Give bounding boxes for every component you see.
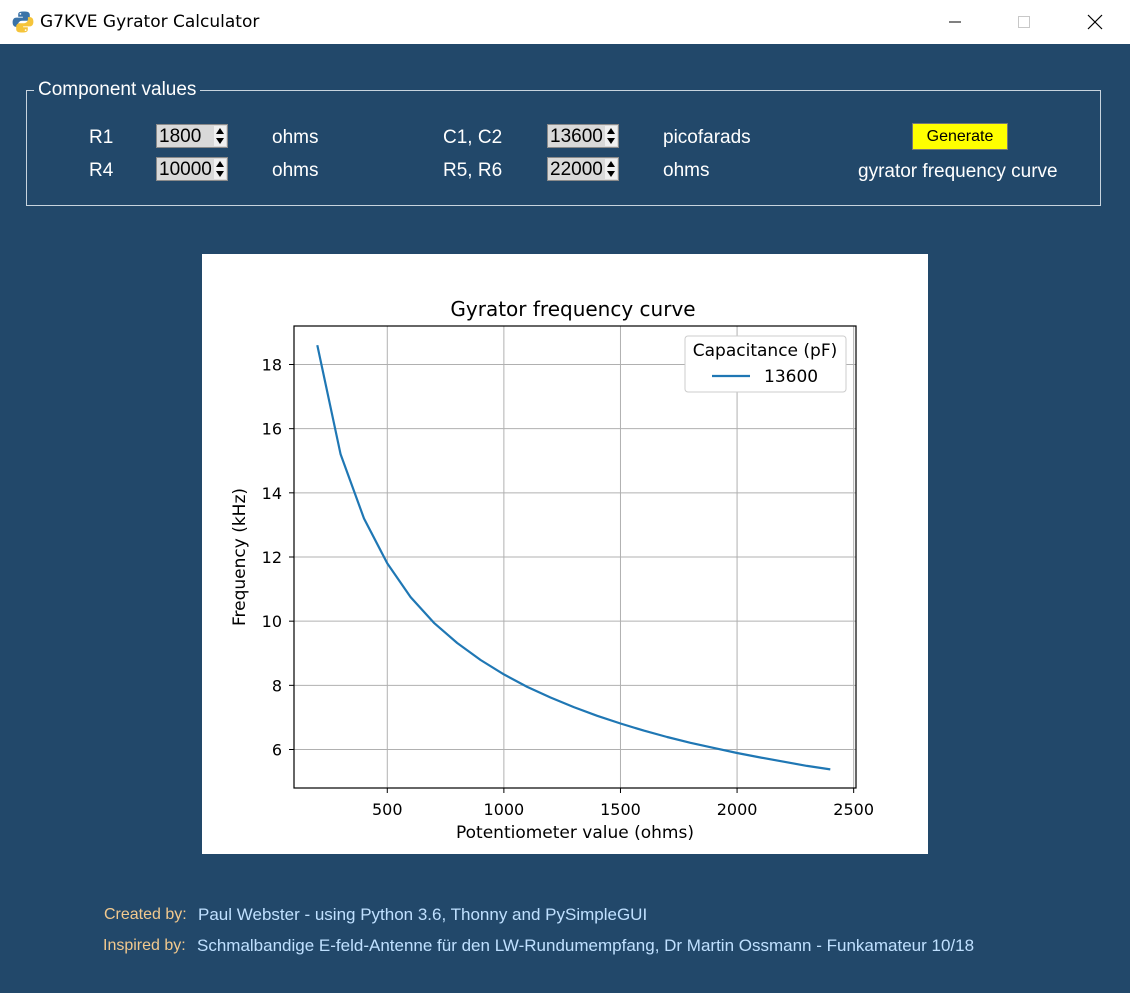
c1-c2-spinbox[interactable]: 13600 bbox=[547, 124, 619, 148]
created-by-label: Created by: bbox=[104, 906, 187, 923]
chart-title: Gyrator frequency curve bbox=[450, 297, 695, 321]
chart-grid bbox=[294, 326, 856, 788]
y-axis-label: Frequency (kHz) bbox=[230, 488, 250, 626]
spin-down-icon[interactable] bbox=[607, 171, 615, 177]
r5-r6-spinbox[interactable]: 22000 bbox=[547, 157, 619, 181]
c1-c2-unit: picofarads bbox=[663, 127, 751, 148]
close-button[interactable] bbox=[1072, 0, 1118, 44]
r5-r6-spin-arrows[interactable] bbox=[605, 159, 617, 179]
spin-up-icon[interactable] bbox=[607, 128, 615, 134]
created-by-value: Paul Webster - using Python 3.6, Thonny … bbox=[198, 905, 648, 924]
x-tick-label: 1000 bbox=[484, 800, 525, 819]
y-tick-label: 14 bbox=[262, 484, 282, 503]
r5-r6-value[interactable]: 22000 bbox=[550, 159, 603, 181]
r4-value[interactable]: 10000 bbox=[159, 159, 212, 181]
x-axis-label: Potentiometer value (ohms) bbox=[456, 823, 694, 843]
frequency-chart: Gyrator frequency curve 500 1000 1500 2000 2… bbox=[230, 297, 874, 843]
x-tick-label: 2000 bbox=[717, 800, 758, 819]
x-tick-label: 1500 bbox=[600, 800, 641, 819]
spin-up-icon[interactable] bbox=[607, 161, 615, 167]
minimize-button[interactable] bbox=[932, 0, 978, 44]
c1-c2-label: C1, C2 bbox=[443, 127, 503, 148]
r4-spin-arrows[interactable] bbox=[214, 159, 226, 179]
r5-r6-unit: ohms bbox=[663, 160, 710, 181]
y-tick-label: 12 bbox=[262, 548, 282, 567]
generate-button[interactable]: Generate bbox=[912, 123, 1008, 150]
r4-unit: ohms bbox=[272, 160, 319, 181]
maximize-icon bbox=[1018, 16, 1030, 28]
spin-up-icon[interactable] bbox=[216, 161, 224, 167]
chart-legend: Capacitance (pF) 13600 bbox=[684, 335, 847, 393]
minimize-icon bbox=[949, 21, 961, 23]
y-tick-label: 16 bbox=[262, 420, 282, 439]
chart-panel: Gyrator frequency curve 500 1000 1500 2000 2… bbox=[202, 254, 928, 854]
y-tick-label: 6 bbox=[272, 741, 282, 760]
spin-down-icon[interactable] bbox=[216, 138, 224, 144]
spin-down-icon[interactable] bbox=[607, 138, 615, 144]
r1-unit: ohms bbox=[272, 127, 319, 148]
r4-spinbox[interactable]: 10000 bbox=[156, 157, 228, 181]
x-tick-label: 500 bbox=[372, 800, 403, 819]
r1-spinbox[interactable]: 1800 bbox=[156, 124, 228, 148]
r1-label: R1 bbox=[89, 127, 114, 148]
x-tick-label: 2500 bbox=[833, 800, 874, 819]
y-tick-label: 10 bbox=[262, 612, 282, 631]
inspired-by-value: Schmalbandige E-feld-Antenne für den LW-… bbox=[197, 936, 975, 955]
c1-c2-value[interactable]: 13600 bbox=[550, 126, 603, 148]
generate-caption: gyrator frequency curve bbox=[858, 161, 1058, 182]
window-title: G7KVE Gyrator Calculator bbox=[40, 12, 260, 32]
spin-up-icon[interactable] bbox=[216, 128, 224, 134]
r1-spin-arrows[interactable] bbox=[214, 126, 226, 146]
maximize-button[interactable] bbox=[1001, 0, 1047, 44]
legend-title: Capacitance (pF) bbox=[693, 341, 837, 361]
r5-r6-label: R5, R6 bbox=[443, 160, 503, 181]
inspired-by-label: Inspired by: bbox=[103, 937, 186, 954]
frame-title: Component values bbox=[34, 79, 201, 101]
close-icon bbox=[1087, 14, 1103, 30]
legend-label: 13600 bbox=[764, 367, 818, 387]
spin-down-icon[interactable] bbox=[216, 171, 224, 177]
r4-label: R4 bbox=[89, 160, 114, 181]
title-bar: G7KVE Gyrator Calculator bbox=[0, 0, 1130, 44]
y-tick-label: 8 bbox=[272, 676, 282, 695]
y-tick-label: 18 bbox=[262, 356, 282, 375]
python-icon bbox=[12, 11, 34, 33]
c1-c2-spin-arrows[interactable] bbox=[605, 126, 617, 146]
r1-value[interactable]: 1800 bbox=[159, 126, 201, 148]
